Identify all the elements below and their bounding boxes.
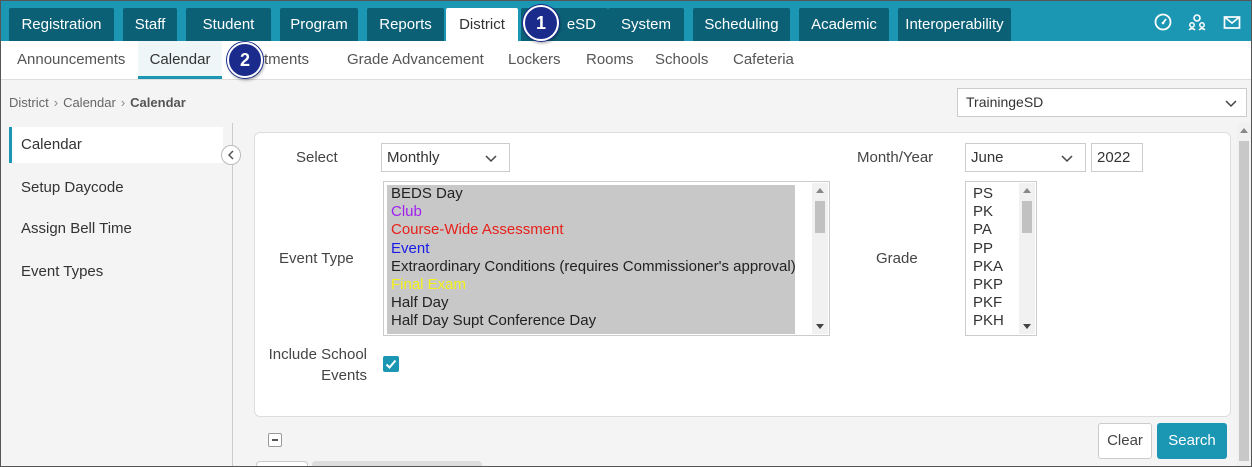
sidebar-item-event-types[interactable]: Event Types [9, 254, 223, 290]
breadcrumb-district[interactable]: District [9, 95, 49, 110]
results-tab[interactable] [312, 461, 482, 466]
checkmark-icon [385, 359, 397, 369]
subnav-cafeteria[interactable]: Cafeteria [733, 41, 794, 79]
sidebar-collapse-button[interactable] [221, 145, 241, 165]
callout-badge-1: 1 [523, 5, 559, 41]
tab-scheduling[interactable]: Scheduling [693, 8, 790, 41]
search-button[interactable]: Search [1157, 423, 1227, 459]
tab-system[interactable]: System [608, 8, 684, 41]
subnav-lockers[interactable]: Lockers [508, 41, 561, 79]
include-school-events-label: Include School Events [267, 344, 367, 386]
grade-option[interactable]: PS [969, 185, 1021, 203]
collapse-panel-button[interactable] [268, 433, 282, 447]
subnav-rooms[interactable]: Rooms [586, 41, 634, 79]
tab-student[interactable]: Student [186, 8, 271, 41]
event-type-option[interactable]: Final Exam [387, 276, 795, 294]
grade-option[interactable]: PKH [969, 312, 1021, 330]
sidebar-item-calendar[interactable]: Calendar [9, 127, 223, 163]
subnav-announcements[interactable]: Announcements [17, 41, 125, 79]
grade-option[interactable]: PK [969, 203, 1021, 221]
tab-program[interactable]: Program [280, 8, 358, 41]
dashboard-icon[interactable] [1154, 13, 1172, 31]
month-select-value: June [971, 149, 1004, 166]
view-select-value: Monthly [387, 149, 440, 166]
select-label: Select [296, 149, 338, 166]
month-select[interactable]: June [965, 143, 1086, 172]
chevron-down-icon [485, 155, 497, 163]
search-panel: Select Monthly Month/Year June 2022 Even… [254, 132, 1231, 417]
sidebar-divider [232, 123, 233, 466]
subnav-schools[interactable]: Schools [655, 41, 708, 79]
breadcrumb-bar: District › Calendar › Calendar TrainingeSD [1, 81, 1251, 123]
callout-badge-2: 2 [227, 42, 263, 78]
grade-option[interactable]: PKP [969, 276, 1021, 294]
tab-reports[interactable]: Reports [367, 8, 444, 41]
event-type-listbox[interactable]: BEDS Day Club Course-Wide Assessment Event E… [383, 181, 830, 336]
listbox-scrollbar[interactable] [1019, 183, 1035, 334]
top-nav: Registration Staff Student Program Repor… [1, 1, 1251, 41]
mail-icon[interactable] [1223, 13, 1241, 31]
sub-nav: Announcements Calendar rtments Grade Adv… [1, 41, 1251, 80]
breadcrumb: District › Calendar › Calendar [9, 95, 186, 110]
event-type-option[interactable]: Half Day [387, 294, 795, 312]
user-group-icon[interactable] [1188, 13, 1206, 31]
subnav-grade-advancement[interactable]: Grade Advancement [347, 41, 484, 79]
grade-option[interactable]: PA [969, 221, 1021, 239]
sidebar-item-setup-daycode[interactable]: Setup Daycode [9, 170, 223, 206]
grade-options: PS PK PA PP PKA PKP PKF PKH [969, 185, 1021, 334]
tab-academic[interactable]: Academic [799, 8, 889, 41]
grade-option[interactable]: PP [969, 240, 1021, 258]
include-label-line2: Events [321, 367, 367, 384]
chevron-left-icon [227, 150, 234, 160]
event-type-option[interactable]: Event [387, 240, 795, 258]
event-type-option[interactable]: Extraordinary Conditions (requires Commi… [387, 258, 796, 276]
month-year-label: Month/Year [857, 149, 934, 166]
breadcrumb-calendar[interactable]: Calendar [63, 95, 116, 110]
include-label-line1: Include School [268, 346, 367, 363]
sidebar-item-assign-bell-time[interactable]: Assign Bell Time [9, 211, 223, 247]
chevron-down-icon [1061, 155, 1073, 163]
clear-button[interactable]: Clear [1098, 423, 1152, 459]
subnav-calendar[interactable]: Calendar [138, 41, 222, 79]
chevron-right-icon: › [120, 95, 126, 110]
event-type-option[interactable]: Course-Wide Assessment [387, 221, 795, 239]
event-type-options: BEDS Day Club Course-Wide Assessment Event E… [387, 185, 796, 334]
include-school-events-checkbox[interactable] [383, 356, 399, 372]
tab-registration[interactable]: Registration [9, 8, 114, 41]
subnav-departments[interactable]: rtments [259, 41, 309, 79]
listbox-scrollbar[interactable] [812, 183, 828, 334]
breadcrumb-current: Calendar [130, 95, 186, 110]
chevron-right-icon: › [53, 95, 59, 110]
tab-district[interactable]: District [446, 8, 518, 41]
tab-staff[interactable]: Staff [123, 8, 177, 41]
school-select[interactable]: TrainingeSD [957, 88, 1247, 117]
results-tab[interactable] [256, 461, 308, 466]
app-window: Registration Staff Student Program Repor… [0, 0, 1252, 467]
event-type-option[interactable]: Half Day Supt Conference Day [387, 312, 795, 330]
event-type-option[interactable]: BEDS Day [387, 185, 795, 203]
view-select[interactable]: Monthly [381, 143, 510, 172]
page-scrollbar[interactable] [1237, 123, 1251, 466]
school-select-value: TrainingeSD [966, 94, 1044, 110]
chevron-down-icon [1225, 100, 1237, 108]
year-input[interactable]: 2022 [1091, 143, 1143, 172]
sidebar: Calendar Setup Daycode Assign Bell Time … [9, 127, 223, 297]
event-type-label: Event Type [279, 250, 354, 267]
grade-option[interactable]: PKF [969, 294, 1021, 312]
grade-option[interactable]: PKA [969, 258, 1021, 276]
event-type-option[interactable]: Club [387, 203, 795, 221]
tab-interoperability[interactable]: Interoperability [898, 8, 1011, 41]
grade-label: Grade [876, 250, 918, 267]
grade-listbox[interactable]: PS PK PA PP PKA PKP PKF PKH [965, 181, 1037, 336]
